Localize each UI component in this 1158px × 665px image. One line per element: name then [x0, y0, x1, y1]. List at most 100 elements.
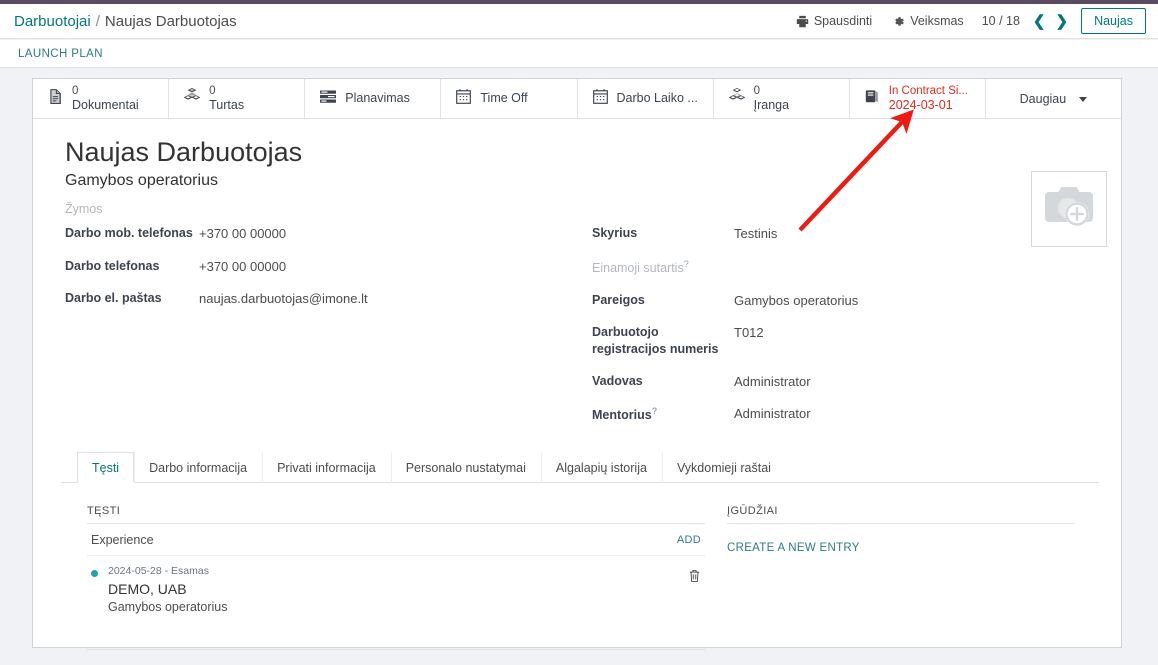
tab-testi[interactable]: Tęsti	[77, 452, 135, 484]
notebook-tab-list: Tęsti Darbo informacija Privati informac…	[61, 452, 1099, 484]
cubes-icon	[728, 87, 746, 110]
field-manager: Vadovas Administrator	[592, 372, 1099, 391]
smart-button-more[interactable]: Daugiau	[986, 79, 1121, 118]
chevron-left-icon[interactable]: ❮	[1028, 14, 1051, 29]
job-title: Gamybos operatorius	[65, 172, 218, 189]
help-icon[interactable]: ?	[652, 406, 658, 416]
new-button[interactable]: Naujas	[1081, 8, 1146, 34]
control-panel-actions: Spausdinti Veiksmas 10 / 18 ❮ ❯ Naujas	[786, 8, 1158, 34]
print-button-label: Spausdinti	[813, 14, 873, 28]
field-value[interactable]: Administrator	[734, 404, 811, 423]
field-label: Darbo mob. telefonas	[65, 226, 193, 240]
control-panel: Darbuotojai / Naujas Darbuotojas Spausdi…	[0, 4, 1158, 39]
field-label: Mentorius?	[592, 406, 658, 423]
avatar[interactable]	[1031, 171, 1107, 247]
field-registration-number: Darbuotojo registracijos numeris T012	[592, 323, 1099, 358]
skills-section: ĮGŪDŽIAI CREATE A NEW ENTRY	[727, 505, 1075, 650]
field-label: Vadovas	[592, 373, 643, 388]
form-sheet: 0 Dokumentai 0 Turtas Planavimas Time Of…	[32, 78, 1122, 651]
tab-darbo-informacija[interactable]: Darbo informacija	[134, 452, 262, 484]
smart-button-contract-status[interactable]: In Contract Si... 2024-03-01	[850, 79, 986, 118]
help-icon[interactable]: ?	[684, 259, 689, 269]
smart-button-darbo-laiko[interactable]: Darbo Laiko ...	[578, 79, 714, 118]
field-value[interactable]: Testinis	[734, 224, 777, 243]
calendar-icon	[455, 88, 472, 110]
field-work-phone: Darbo telefonas +370 00 00000	[65, 257, 582, 276]
smart-button-value: In Contract Si...	[888, 84, 969, 97]
field-work-mobile: Darbo mob. telefonas +370 00 00000	[65, 224, 582, 243]
cubes-icon	[183, 87, 201, 110]
smart-button-label: Time Off	[480, 91, 528, 106]
field-value[interactable]: naujas.darbuotojas@imone.lt	[199, 289, 368, 308]
smart-button-label: Įranga	[753, 97, 790, 112]
field-value[interactable]: Gamybos operatorius	[734, 291, 858, 310]
smart-button-planavimas[interactable]: Planavimas	[305, 79, 442, 118]
resume-add-link[interactable]: ADD	[677, 534, 701, 546]
field-label: Einamoji sutartis?	[592, 258, 689, 275]
notebook: Tęsti Darbo informacija Privati informac…	[61, 452, 1099, 651]
field-value[interactable]: T012	[734, 323, 764, 342]
smart-button-label: Dokumentai	[72, 97, 139, 112]
tags-input[interactable]: Žymos	[61, 202, 1099, 216]
caret-down-icon	[1079, 92, 1088, 106]
form-body: Naujas Darbuotojas Gamybos operatorius Ž…	[33, 119, 1121, 651]
skills-section-title: ĮGŪDŽIAI	[727, 505, 1075, 525]
field-job-position: Pareigos Gamybos operatorius	[592, 291, 1099, 310]
smart-button-label: Daugiau	[1019, 91, 1067, 106]
smart-button-dokumentai[interactable]: 0 Dokumentai	[33, 79, 170, 118]
smart-button-turtas[interactable]: 0 Turtas	[169, 79, 306, 118]
smart-button-iranga[interactable]: 0 Įranga	[714, 79, 850, 118]
field-coach: Mentorius? Administrator	[592, 404, 1099, 424]
resume-group-label: Experience	[91, 533, 154, 548]
printer-icon	[796, 15, 809, 28]
chevron-right-icon[interactable]: ❯	[1051, 14, 1074, 29]
resume-entry-role: Gamybos operatorius	[108, 600, 228, 615]
tab-personalo-nustatymai[interactable]: Personalo nustatymai	[390, 452, 541, 484]
resume-section-title: TĘSTI	[87, 505, 705, 525]
field-label: Skyrius	[592, 226, 638, 240]
resume-group-header: Experience ADD	[87, 524, 705, 557]
smart-button-label: Planavimas	[345, 91, 410, 106]
calendar-icon	[592, 88, 609, 110]
field-value[interactable]: +370 00 00000	[199, 224, 286, 243]
field-label: Darbuotojo registracijos numeris	[592, 325, 719, 356]
smart-button-label: Turtas	[209, 97, 245, 112]
field-column-left: Darbo mob. telefonas +370 00 00000 Darbo…	[65, 224, 582, 438]
field-department: Skyrius Testinis	[592, 224, 1099, 243]
tab-privati-informacija[interactable]: Privati informacija	[262, 452, 391, 484]
bullet-icon	[91, 570, 98, 578]
field-label: Darbo telefonas	[65, 258, 160, 273]
page-title: Naujas Darbuotojas	[65, 137, 303, 167]
resume-entry-body: 2024-05-28 - Esamas DEMO, UAB Gamybos op…	[108, 565, 688, 614]
trash-icon[interactable]	[688, 565, 701, 588]
smart-button-time-off[interactable]: Time Off	[441, 79, 578, 118]
skills-create-link[interactable]: CREATE A NEW ENTRY	[727, 542, 1075, 554]
book-icon	[864, 88, 881, 110]
resume-entry-date: 2024-05-28 - Esamas	[108, 565, 209, 578]
launch-plan-link[interactable]: LAUNCH PLAN	[0, 48, 103, 60]
action-button[interactable]: Veiksmas	[882, 14, 974, 28]
field-value[interactable]: +370 00 00000	[199, 257, 286, 276]
smart-button-value: 0	[209, 84, 216, 97]
field-work-email: Darbo el. paštas naujas.darbuotojas@imon…	[65, 289, 582, 308]
breadcrumb-root-link[interactable]: Darbuotojai	[14, 13, 91, 30]
document-icon	[47, 88, 64, 110]
breadcrumb: Darbuotojai / Naujas Darbuotojas	[0, 13, 237, 30]
launch-plan-bar: LAUNCH PLAN	[0, 40, 1158, 68]
field-label: Darbo el. paštas	[65, 291, 162, 306]
tab-vykdomieji-rastai[interactable]: Vykdomieji raštai	[661, 452, 786, 484]
camera-add-icon	[1043, 184, 1095, 235]
record-pager: 10 / 18	[981, 14, 1020, 28]
resume-section: TĘSTI Experience ADD 2024-05-28 - Esamas…	[87, 505, 705, 651]
tab-algalapiu-istorija[interactable]: Algalapių istorija	[540, 452, 662, 484]
print-button[interactable]: Spausdinti	[786, 14, 882, 28]
notebook-page-testi: TĘSTI Experience ADD 2024-05-28 - Esamas…	[61, 483, 1099, 651]
list-icon	[319, 89, 337, 109]
action-button-label: Veiksmas	[910, 14, 964, 28]
field-label: Pareigos	[592, 292, 645, 307]
smart-button-label: Darbo Laiko ...	[616, 91, 698, 106]
field-columns: Darbo mob. telefonas +370 00 00000 Darbo…	[61, 224, 1099, 438]
smart-button-value: 0	[72, 84, 79, 97]
resume-entry[interactable]: 2024-05-28 - Esamas DEMO, UAB Gamybos op…	[87, 556, 705, 624]
field-value[interactable]: Administrator	[734, 372, 811, 391]
